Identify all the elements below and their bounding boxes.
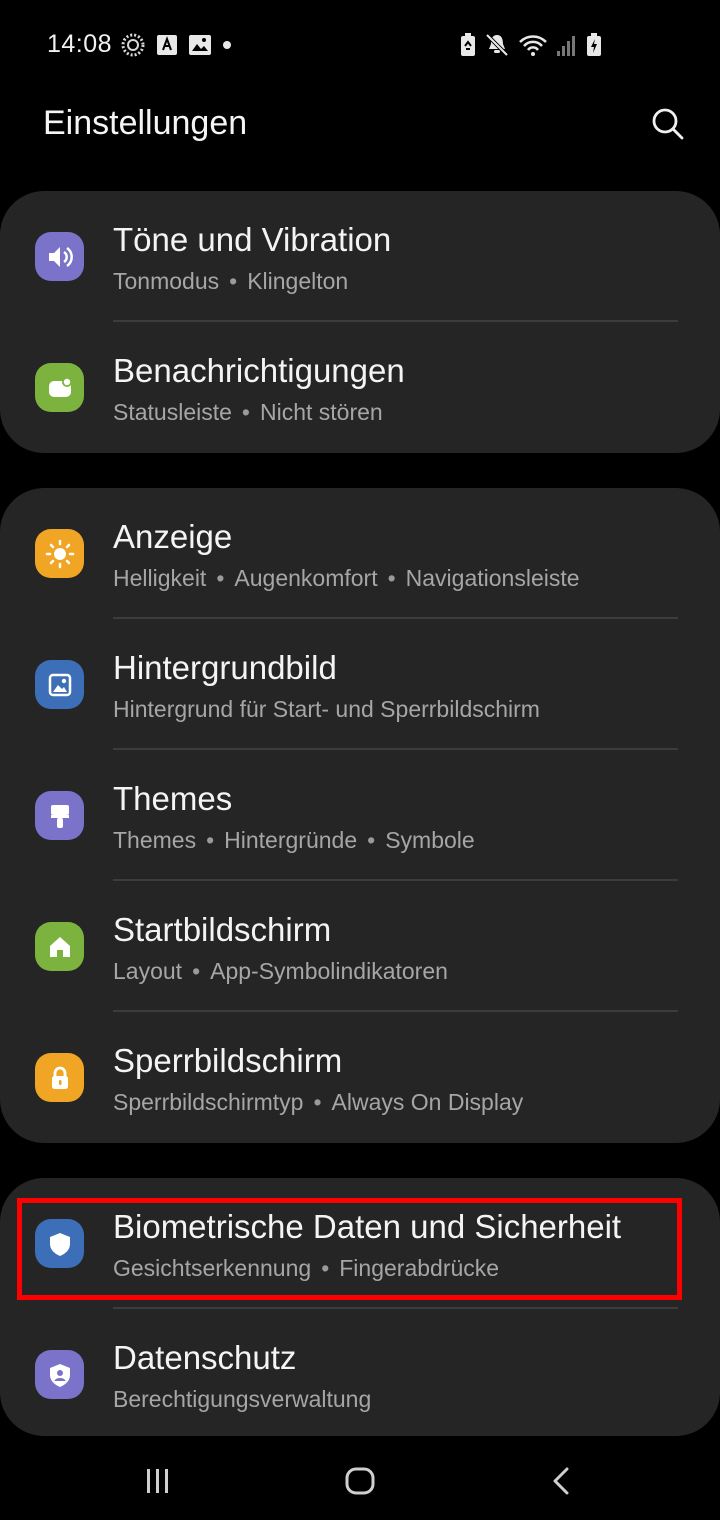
- settings-item-biometrics-security[interactable]: Biometrische Daten und Sicherheit Gesich…: [0, 1178, 720, 1309]
- display-icon: [35, 529, 84, 578]
- search-button[interactable]: [646, 102, 690, 146]
- item-subtitle: Helligkeit • Augenkomfort • Navigationsleist…: [113, 565, 580, 591]
- item-subtitle: Gesichtserkennung • Fingerabdrücke: [113, 1255, 500, 1281]
- settings-item-sound-vibration[interactable]: Töne und Vibration Tonmodus • Klingelton: [0, 191, 720, 322]
- item-title: Benachrichtigungen: [113, 352, 405, 389]
- item-title: Startbildschirm: [113, 911, 332, 948]
- shield-icon: [35, 1219, 84, 1268]
- item-subtitle: Themes • Hintergründe • Symbole: [113, 827, 475, 853]
- item-subtitle: Statusleiste • Nicht stören: [113, 399, 383, 425]
- recent-apps-icon: [147, 1469, 168, 1493]
- dot-icon: [223, 41, 231, 49]
- status-time: 14:08: [47, 30, 113, 58]
- search-icon: [652, 108, 684, 140]
- settings-item-lock-screen[interactable]: Sperrbildschirm Sperrbildschirmtyp • Alway…: [0, 1012, 720, 1143]
- sound-icon: [35, 232, 84, 281]
- item-title: Anzeige: [113, 518, 233, 555]
- a-badge-icon: [157, 35, 177, 55]
- home-screen-icon: [35, 922, 84, 971]
- wallpaper-icon: [35, 660, 84, 709]
- item-title: Biometrische Daten und Sicherheit: [113, 1208, 622, 1245]
- battery-charging-icon: [587, 33, 601, 56]
- wifi-icon: [519, 35, 547, 56]
- item-title: Hintergrundbild: [113, 649, 337, 686]
- item-subtitle: Hintergrund für Start- und Sperrbildschi…: [113, 696, 540, 722]
- item-title: Themes: [113, 780, 233, 817]
- status-bar: 14:08: [0, 0, 720, 90]
- item-title: Töne und Vibration: [113, 221, 392, 258]
- battery-saver-icon: [461, 33, 475, 56]
- navigation-bar: [0, 1440, 720, 1520]
- header: Einstellungen: [0, 90, 720, 170]
- item-subtitle: Layout • App-Symbolindikatoren: [113, 958, 448, 984]
- status-right-icons: [460, 32, 602, 58]
- settings-item-wallpaper[interactable]: Hintergrundbild Hintergrund für Start- u…: [0, 619, 720, 750]
- settings-item-home-screen[interactable]: Startbildschirm Layout • App-Symbolindikat…: [0, 881, 720, 1012]
- status-left-icons: [120, 32, 232, 58]
- themes-icon: [35, 791, 84, 840]
- item-subtitle: Berechtigungsverwaltung: [113, 1386, 372, 1412]
- privacy-icon: [35, 1350, 84, 1399]
- page-title: Einstellungen: [43, 104, 248, 142]
- notifications-icon: [35, 363, 84, 412]
- lock-icon: [35, 1053, 84, 1102]
- settings-group-display: Anzeige Helligkeit • Augenkomfort • Navigati…: [0, 488, 720, 1143]
- sync-icon: [121, 33, 145, 57]
- mute-icon: [485, 33, 509, 57]
- settings-item-display[interactable]: Anzeige Helligkeit • Augenkomfort • Navigati…: [0, 488, 720, 619]
- home-icon: [345, 1467, 375, 1495]
- settings-item-themes[interactable]: Themes Themes • Hintergründe • Symbole: [0, 750, 720, 881]
- item-title: Datenschutz: [113, 1339, 297, 1376]
- settings-item-privacy[interactable]: Datenschutz Berechtigungsverwaltung: [0, 1309, 720, 1436]
- gallery-icon: [189, 35, 211, 55]
- item-subtitle: Tonmodus • Klingelton: [113, 268, 349, 294]
- signal-icon: [557, 36, 575, 56]
- item-subtitle: Sperrbildschirmtyp • Always On Display: [113, 1089, 524, 1115]
- home-button[interactable]: [330, 1456, 390, 1506]
- settings-group-security: Biometrische Daten und Sicherheit Gesich…: [0, 1178, 720, 1436]
- recent-apps-button[interactable]: [128, 1456, 188, 1506]
- back-button[interactable]: [532, 1456, 592, 1506]
- item-title: Sperrbildschirm: [113, 1042, 343, 1079]
- settings-group-sound-notifications: Töne und Vibration Tonmodus • Klingelton B…: [0, 191, 720, 453]
- settings-item-notifications[interactable]: Benachrichtigungen Statusleiste • Nicht st…: [0, 322, 720, 453]
- back-icon: [553, 1467, 569, 1495]
